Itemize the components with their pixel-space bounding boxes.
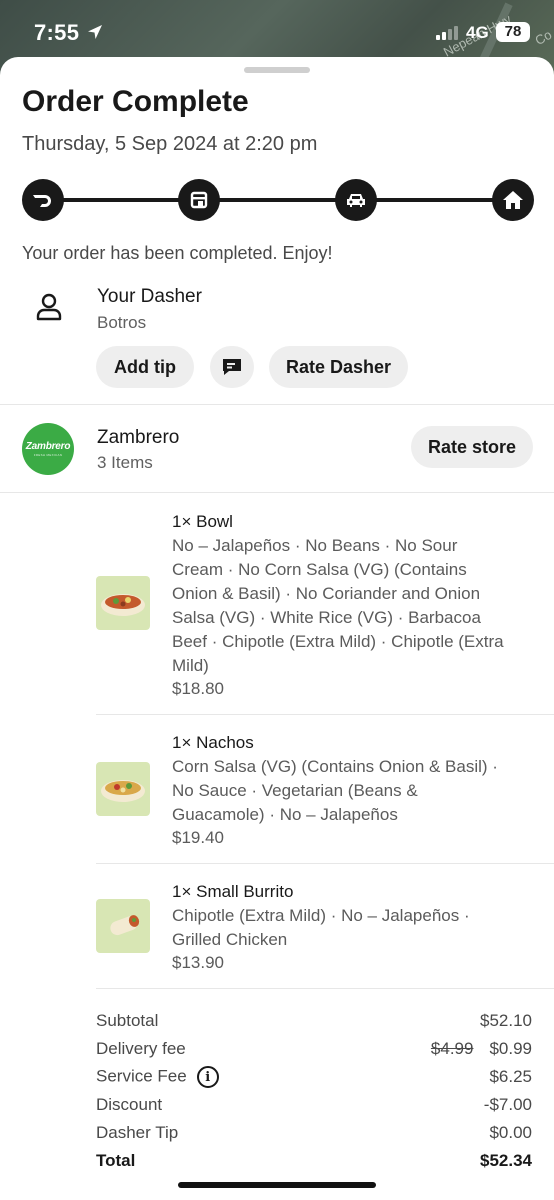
battery-indicator: 78	[496, 22, 530, 42]
store-icon	[178, 179, 220, 221]
store-name: Zambrero	[97, 427, 180, 448]
page-title: Order Complete	[22, 85, 249, 118]
tracker-line	[42, 198, 514, 202]
divider	[96, 863, 554, 864]
delivery-fee-label: Delivery fee	[96, 1039, 186, 1058]
network-type: 4G	[466, 23, 489, 42]
service-fee-value: $6.25	[489, 1067, 532, 1086]
discount-label: Discount	[96, 1095, 163, 1114]
order-item: 1× Small Burrito Chipotle (Extra Mild) ·…	[96, 880, 554, 980]
doordash-icon	[22, 179, 64, 221]
rate-store-button[interactable]: Rate store	[411, 426, 533, 468]
total-label: Total	[96, 1151, 136, 1170]
discount-value: -$7.00	[483, 1095, 532, 1114]
item-details: 1× Small Burrito Chipotle (Extra Mild) ·…	[172, 880, 508, 974]
delivery-fee-original: $4.99	[430, 1039, 474, 1058]
store-item-count: 3 Items	[97, 453, 153, 472]
chat-icon	[223, 359, 241, 375]
order-item: 1× Nachos Corn Salsa (VG) (Contains Onio…	[96, 731, 554, 851]
item-name: 1× Small Burrito	[172, 882, 294, 901]
order-date: Thursday, 5 Sep 2024 at 2:20 pm	[22, 133, 318, 155]
service-fee-label: Service Fee	[96, 1066, 187, 1086]
item-image-nachos	[96, 762, 150, 816]
divider	[0, 492, 554, 493]
dasher-tip-row: Dasher Tip $0.00	[96, 1119, 532, 1147]
service-fee-label-group: Service Fee i	[96, 1066, 219, 1088]
item-details: 1× Bowl No – Jalapeños · No Beans · No S…	[172, 510, 508, 700]
info-icon[interactable]: i	[196, 1066, 219, 1088]
item-price: $19.40	[172, 828, 224, 847]
subtotal-row: Subtotal $52.10	[96, 1007, 532, 1035]
subtotal-value: $52.10	[480, 1011, 532, 1030]
order-sheet: Order Complete Thursday, 5 Sep 2024 at 2…	[0, 57, 554, 1200]
add-tip-button[interactable]: Add tip	[96, 346, 194, 388]
delivery-fee-amounts: $4.99 $0.99	[431, 1039, 532, 1059]
item-name: 1× Bowl	[172, 512, 233, 531]
delivery-fee-row: Delivery fee $4.99 $0.99	[96, 1035, 532, 1063]
store-logo-text: Zambrero	[25, 441, 71, 452]
item-name: 1× Nachos	[172, 733, 254, 752]
dasher-heading: Your Dasher	[97, 286, 202, 307]
dasher-tip-label: Dasher Tip	[96, 1123, 179, 1142]
status-time: 7:55	[34, 20, 80, 45]
item-price: $18.80	[172, 679, 224, 698]
item-details: 1× Nachos Corn Salsa (VG) (Contains Onio…	[172, 731, 508, 849]
item-image-bowl	[96, 576, 150, 630]
sheet-grabber[interactable]	[244, 67, 310, 73]
store-logo-subtext: FRESH MEXICAN	[33, 453, 63, 457]
subtotal-label: Subtotal	[96, 1011, 159, 1030]
price-summary: Subtotal $52.10 Delivery fee $4.99 $0.99 …	[96, 1007, 532, 1175]
store-logo: Zambrero FRESH MEXICAN	[22, 423, 74, 475]
signal-icon	[436, 26, 458, 40]
delivery-fee-value: $0.99	[489, 1039, 532, 1058]
item-options: Corn Salsa (VG) (Contains Onion & Basil)…	[172, 757, 498, 824]
car-icon	[335, 179, 377, 221]
item-options: Chipotle (Extra Mild) · No – Jalapeños ·…	[172, 906, 470, 949]
location-arrow-icon	[88, 25, 102, 39]
divider	[0, 404, 554, 405]
rate-dasher-button[interactable]: Rate Dasher	[269, 346, 408, 388]
order-progress-tracker	[22, 179, 534, 221]
dasher-name: Botros	[97, 313, 147, 332]
home-icon	[492, 179, 534, 221]
total-value: $52.34	[480, 1151, 532, 1170]
service-fee-row: Service Fee i $6.25	[96, 1063, 532, 1091]
item-options: No – Jalapeños · No Beans · No Sour Crea…	[172, 536, 504, 675]
discount-row: Discount -$7.00	[96, 1091, 532, 1119]
item-price: $13.90	[172, 953, 224, 972]
home-indicator[interactable]	[178, 1182, 376, 1188]
status-bar: 7:55 4G 78	[0, 0, 554, 62]
person-icon	[36, 293, 62, 321]
dasher-tip-value: $0.00	[489, 1123, 532, 1142]
divider	[96, 988, 554, 989]
completion-message: Your order has been completed. Enjoy!	[22, 243, 333, 263]
message-dasher-button[interactable]	[210, 346, 254, 388]
order-item: 1× Bowl No – Jalapeños · No Beans · No S…	[96, 510, 554, 700]
divider	[96, 714, 554, 715]
total-row: Total $52.34	[96, 1147, 532, 1175]
item-image-burrito	[96, 899, 150, 953]
